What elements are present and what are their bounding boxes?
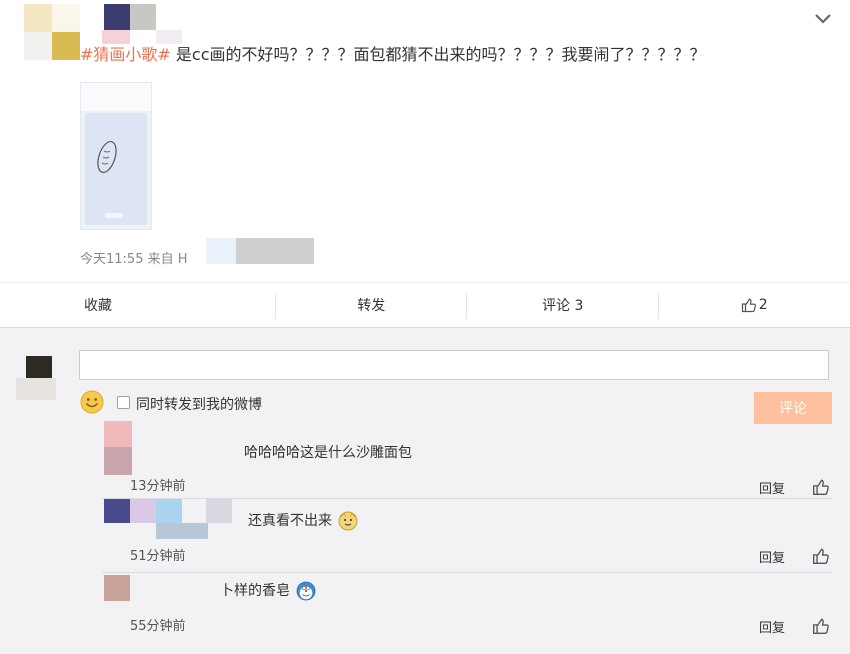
chevron-down-icon[interactable]: [812, 10, 834, 28]
reply-button[interactable]: 回复: [759, 617, 785, 636]
comment-text-content: 还真看不出来: [248, 513, 332, 529]
like-count: 2: [758, 297, 768, 313]
topic-link[interactable]: #猜画小歌#: [80, 45, 171, 64]
comment-item: 哈哈哈哈这是什么沙雕面包 13分钟前 回复: [102, 421, 832, 499]
comment-section: 同时转发到我的微博 评论 哈哈哈哈这是什么沙雕面包 13分钟前 回复 还真看不出…: [0, 328, 850, 654]
post-body-text: 是cc画的不好吗？？？？面包都猜不出来的吗？？？？我要闹了？？？？？: [170, 45, 706, 64]
comment-time: 55分钟前: [130, 619, 186, 634]
comment-text: 还真看不出来: [248, 511, 358, 531]
comment-text: 卜样的香皂: [220, 581, 316, 601]
commenter-avatar[interactable]: [102, 421, 132, 477]
post-action-bar: 收藏 转发 评论 3 2: [0, 282, 850, 328]
repost-label: 转发: [357, 298, 386, 314]
bread-sketch-icon: [97, 140, 123, 218]
thumbs-up-icon: [741, 298, 756, 313]
comment-text: 哈哈哈哈这是什么沙雕面包: [244, 445, 412, 461]
doraemon-face-icon: [297, 581, 316, 601]
weibo-post: #猜画小歌# 是cc画的不好吗？？？？面包都猜不出来的吗？？？？我要闹了？？？？…: [0, 0, 850, 282]
reply-button[interactable]: 回复: [759, 547, 785, 566]
author-name-redacted-3: [156, 30, 182, 44]
emoji-smile-icon[interactable]: [80, 390, 104, 414]
comment-like-icon[interactable]: [812, 478, 830, 496]
thumbnail-header: [81, 83, 151, 111]
commenter-avatar[interactable]: [102, 575, 132, 631]
post-image-thumbnail[interactable]: [80, 82, 152, 230]
repost-button[interactable]: 转发: [276, 283, 468, 327]
like-button[interactable]: 2: [659, 283, 850, 327]
thumbnail-screen: [85, 113, 147, 225]
comment-input[interactable]: [79, 350, 829, 380]
comment-item: 还真看不出来 51分钟前 回复: [102, 499, 832, 573]
repost-checkbox[interactable]: [117, 396, 130, 409]
post-source-redacted: [206, 238, 314, 264]
author-avatar[interactable]: [24, 4, 80, 60]
repost-checkbox-label: 同时转发到我的微博: [136, 397, 262, 413]
comment-count-label: 评论 3: [542, 298, 584, 314]
my-avatar[interactable]: [16, 342, 58, 400]
comment-text-content: 卜样的香皂: [220, 583, 290, 599]
author-name-redacted[interactable]: [104, 4, 156, 30]
comment-like-icon[interactable]: [812, 617, 830, 635]
comment-time: 13分钟前: [130, 479, 186, 494]
comment-item: 卜样的香皂 55分钟前 回复: [102, 573, 832, 649]
comment-like-icon[interactable]: [812, 547, 830, 565]
reply-button[interactable]: 回复: [759, 478, 785, 497]
doge-face-icon: [338, 511, 358, 531]
comment-time: 51分钟前: [130, 549, 186, 564]
comment-button[interactable]: 评论 3: [467, 283, 659, 327]
submit-comment-button[interactable]: 评论: [754, 392, 832, 424]
author-name-redacted-2: [102, 30, 130, 44]
favorite-button[interactable]: 收藏: [0, 283, 276, 327]
post-content: #猜画小歌# 是cc画的不好吗？？？？面包都猜不出来的吗？？？？我要闹了？？？？…: [80, 44, 706, 66]
post-timestamp-source: 今天11:55 来自 H: [80, 252, 188, 267]
favorite-label: 收藏: [84, 298, 112, 314]
commenter-name-redacted: [132, 421, 244, 477]
